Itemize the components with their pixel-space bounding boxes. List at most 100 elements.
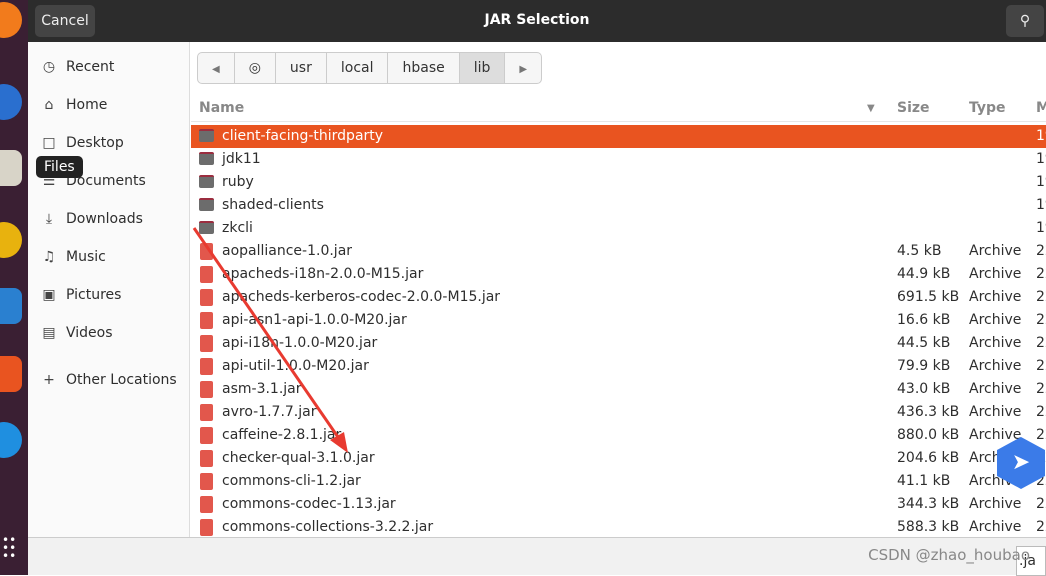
file-row[interactable]: shaded-clients 19 [191,194,1046,217]
clock-icon: ◷ [42,59,56,75]
file-name: commons-collections-3.2.2.jar [222,519,434,535]
back-arrow-button[interactable]: ◀ [198,53,235,83]
file-modified: 22 [1036,312,1046,328]
file-row[interactable]: avro-1.7.7.jar 436.3 kB Archive 22 [191,401,1046,424]
sidebar-item-videos[interactable]: ▤ Videos [40,322,112,344]
file-name: api-asn1-api-1.0.0-M20.jar [222,312,407,328]
software-icon[interactable] [0,356,22,392]
file-size: 344.3 kB [897,496,960,512]
file-name: apacheds-kerberos-codec-2.0.0-M15.jar [222,289,501,305]
archive-icon [200,427,213,444]
sidebar-item-label: Music [66,249,106,265]
header-bar: Cancel JAR Selection ⚲ [28,0,1046,42]
file-modified: 22 [1036,519,1046,535]
file-modified: 22 [1036,358,1046,374]
sort-down-icon[interactable]: ▼ [867,103,875,114]
file-row[interactable]: commons-cli-1.2.jar 41.1 kB Archive 22 [191,470,1046,493]
file-name: shaded-clients [222,197,324,213]
sidebar-item-desktop[interactable]: □ Desktop [40,132,124,154]
archive-icon [200,496,213,513]
path-lib[interactable]: lib [459,53,506,83]
file-row[interactable]: apacheds-kerberos-codec-2.0.0-M15.jar 69… [191,286,1046,309]
file-size: 691.5 kB [897,289,960,305]
file-name: apacheds-i18n-2.0.0-M15.jar [222,266,424,282]
sidebar-item-pictures[interactable]: ▣ Pictures [40,284,121,306]
help-icon[interactable] [0,422,22,458]
file-row[interactable]: commons-codec-1.13.jar 344.3 kB Archive … [191,493,1046,516]
file-modified: 19 [1036,197,1046,213]
file-name: checker-qual-3.1.0.jar [222,450,375,466]
file-row[interactable]: jdk11 19 [191,148,1046,171]
file-modified: 19 [1036,174,1046,190]
sidebar-item-recent[interactable]: ◷ Recent [40,56,115,78]
column-name[interactable]: Name [199,100,244,116]
file-row[interactable]: asm-3.1.jar 43.0 kB Archive 22 [191,378,1046,401]
folder-icon [199,221,214,234]
sidebar-item-other-locations[interactable]: + Other Locations [40,369,177,391]
file-size: 880.0 kB [897,427,960,443]
sidebar-item-music[interactable]: ♫ Music [40,246,106,268]
file-type: Archive [969,243,1022,259]
file-name: asm-3.1.jar [222,381,302,397]
column-header: Name ▼ Size Type M [191,94,1046,122]
file-modified: 22 [1036,427,1046,443]
file-row[interactable]: client-facing-thirdparty 19 [191,125,1046,148]
ubuntu-dock: •• •• •• [0,0,28,575]
folder-icon [199,198,214,211]
search-icon: ⚲ [1019,13,1031,29]
file-type: Archive [969,312,1022,328]
column-type[interactable]: Type [969,100,1006,116]
file-size: 44.5 kB [897,335,951,351]
archive-icon [200,243,213,260]
file-row[interactable]: api-i18n-1.0.0-M20.jar 44.5 kB Archive 2… [191,332,1046,355]
file-row[interactable]: checker-qual-3.1.0.jar 204.6 kB Archive … [191,447,1046,470]
path-root-button[interactable]: ◎ [235,53,276,83]
music-icon: ♫ [42,249,56,265]
archive-icon [200,519,213,536]
file-row[interactable]: aopalliance-1.0.jar 4.5 kB Archive 22 [191,240,1046,263]
file-row[interactable]: ruby 19 [191,171,1046,194]
archive-icon [200,335,213,352]
files-icon[interactable] [0,150,22,186]
column-size[interactable]: Size [897,100,930,116]
file-row[interactable]: commons-collections-3.2.2.jar 588.3 kB A… [191,516,1046,537]
search-button[interactable]: ⚲ [1006,5,1044,37]
path-local[interactable]: local [327,53,389,83]
file-row[interactable]: zkcli 19 [191,217,1046,240]
path-usr[interactable]: usr [276,53,327,83]
file-row[interactable]: apacheds-i18n-2.0.0-M15.jar 44.9 kB Arch… [191,263,1046,286]
archive-icon [200,404,213,421]
archive-icon [200,381,213,398]
sidebar-item-label: Pictures [66,287,122,303]
sidebar-item-downloads[interactable]: ⤓ Downloads [40,208,143,230]
file-row[interactable]: api-asn1-api-1.0.0-M20.jar 16.6 kB Archi… [191,309,1046,332]
writer-icon[interactable] [0,288,22,324]
file-type: Archive [969,519,1022,535]
file-list: Name ▼ Size Type M client-facing-thirdpa… [191,92,1046,537]
file-name: avro-1.7.7.jar [222,404,317,420]
firefox-icon[interactable] [0,2,22,38]
file-name: zkcli [222,220,253,236]
file-name: api-i18n-1.0.0-M20.jar [222,335,378,351]
thunderbird-icon[interactable] [0,84,22,120]
file-row[interactable]: api-util-1.0.0-M20.jar 79.9 kB Archive 2… [191,355,1046,378]
dialog-title: JAR Selection [484,12,590,28]
file-size: 16.6 kB [897,312,951,328]
column-modified[interactable]: M [1036,100,1046,116]
forward-arrow-button[interactable]: ▶ [505,53,541,83]
folder-icon [199,152,214,165]
sidebar: ◷ Recent ⌂ Home □ Desktop ☰ Documents ⤓ Downloads… [28,42,190,537]
file-size: 41.1 kB [897,473,951,489]
file-modified: 22 [1036,381,1046,397]
sidebar-item-label: Desktop [66,135,124,151]
file-size: 204.6 kB [897,450,960,466]
sidebar-item-home[interactable]: ⌂ Home [40,94,108,116]
file-name: commons-cli-1.2.jar [222,473,361,489]
rhythmbox-icon[interactable] [0,222,22,258]
file-name: commons-codec-1.13.jar [222,496,396,512]
apps-grid-icon[interactable]: •• •• •• [2,534,16,562]
left-arrow-icon: ◀ [212,64,220,75]
file-row[interactable]: caffeine-2.8.1.jar 880.0 kB Archive 22 [191,424,1046,447]
disk-icon: ◎ [248,60,261,76]
path-hbase[interactable]: hbase [388,53,460,83]
